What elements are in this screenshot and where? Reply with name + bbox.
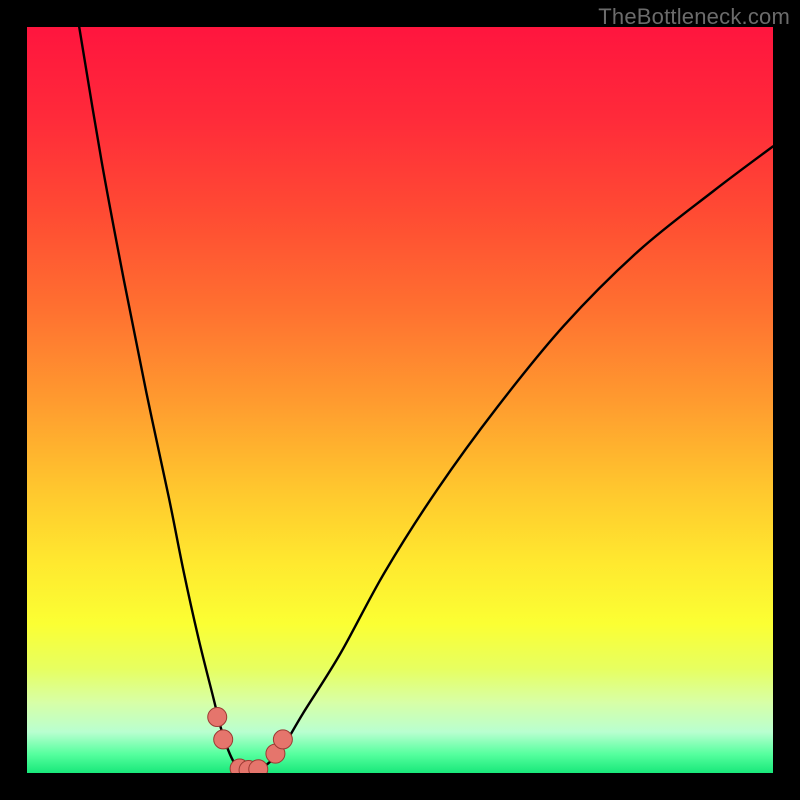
chart-svg	[27, 27, 773, 773]
data-marker	[214, 730, 233, 749]
data-marker	[208, 708, 227, 727]
gradient-background	[27, 27, 773, 773]
data-marker	[273, 730, 292, 749]
watermark-text: TheBottleneck.com	[598, 4, 790, 30]
chart-frame	[27, 27, 773, 773]
